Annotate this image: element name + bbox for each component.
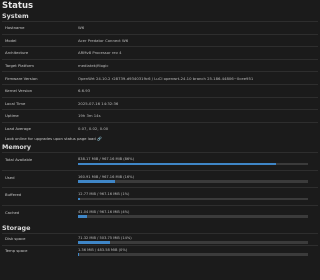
row-value-load-average: 0.07, 0.02, 0.00 (78, 126, 109, 132)
row-label-used: Used (5, 174, 15, 180)
memory-bar-buffered: 12.77 MiB / 967.16 MiB (1%) (78, 192, 318, 201)
table-row: Hostname W6 (2, 21, 318, 34)
table-row: Architecture ARMv8 Processor rev 4 (2, 46, 318, 59)
progress-fill (78, 253, 79, 256)
row-label-disk-space: Disk space (5, 235, 26, 241)
table-row: Uptime 19h 3m 14s (2, 109, 318, 122)
storage-table: Disk space 71.32 MiB / 503.75 MiB (14%) … (2, 232, 318, 257)
row-label-buffered: Buffered (5, 192, 22, 198)
table-row: Load Average 0.07, 0.02, 0.00 (2, 121, 318, 135)
row-value-target-platform: mediatek/filogic (78, 63, 109, 69)
row-value-kernel-version: 6.6.93 (78, 88, 91, 94)
table-row: Used 160.91 MiB / 967.16 MiB (16%) (2, 169, 318, 187)
progress-fill (78, 197, 81, 201)
row-label-temp-space: Temp space (5, 247, 28, 253)
row-value-architecture: ARMv8 Processor rev 4 (78, 50, 122, 56)
table-row: Model Acer Predator Connect W6 (2, 33, 318, 47)
table-row: Disk space 71.32 MiB / 503.75 MiB (14%) (2, 232, 318, 245)
row-label-cached: Cached (5, 209, 20, 215)
memory-table: Total Available 838.17 MiB / 967.16 MiB … (2, 152, 318, 222)
bar-text: 1.36 MiB / 483.58 MiB (0%) (78, 247, 128, 252)
table-row: Local Time 2025-07-16 14:32:36 (2, 96, 318, 110)
progress-fill (78, 180, 115, 183)
row-label-architecture: Architecture (5, 50, 29, 56)
bar-text: 160.91 MiB / 967.16 MiB (16%) (78, 174, 134, 179)
row-value-local-time: 2025-07-16 14:32:36 (78, 100, 119, 106)
row-value-model: Acer Predator Connect W6 (78, 37, 129, 43)
progress-track (78, 241, 308, 244)
table-row: Firmware Version OpenWrt 24.10.2 r28739-d… (2, 71, 318, 84)
table-row: Target Platform mediatek/filogic (2, 58, 318, 72)
table-row: Temp space 1.36 MiB / 483.58 MiB (0%) (2, 244, 318, 257)
system-section-title: System (2, 12, 29, 20)
storage-bar-disk-space: 71.32 MiB / 503.75 MiB (14%) (78, 236, 318, 244)
storage-section-title: Storage (2, 223, 31, 232)
link-icon[interactable]: 🔗 (97, 136, 102, 141)
status-page: Status System Hostname W6 Model Acer Preda… (0, 0, 320, 257)
row-label-firmware-version: Firmware Version (5, 75, 38, 81)
memory-bar-total-available: 838.17 MiB / 967.16 MiB (86%) (78, 157, 318, 166)
storage-bar-temp-space: 1.36 MiB / 483.58 MiB (0%) (78, 248, 318, 256)
row-value-hostname: W6 (78, 25, 85, 31)
progress-track (78, 215, 308, 218)
system-table: Hostname W6 Model Acer Predator Connect W6… (2, 21, 318, 134)
progress-track (78, 197, 308, 201)
progress-track (78, 253, 308, 256)
online-check-text: Look online for upgrades upon status pag… (5, 136, 96, 142)
progress-fill (78, 215, 88, 218)
row-label-hostname: Hostname (5, 25, 25, 31)
row-label-target-platform: Target Platform (5, 63, 34, 69)
row-label-kernel-version: Kernel Version (5, 88, 33, 94)
progress-fill (78, 162, 276, 166)
page-title: Status (2, 1, 34, 11)
bar-text: 71.32 MiB / 503.75 MiB (14%) (78, 235, 132, 240)
progress-track (78, 180, 308, 183)
progress-fill (78, 241, 111, 244)
online-upgrade-check: Look online for upgrades upon status pag… (2, 134, 318, 143)
memory-section-title: Memory (2, 143, 32, 152)
bar-text: 41.04 MiB / 967.16 MiB (4%) (78, 209, 130, 214)
memory-bar-cached: 41.04 MiB / 967.16 MiB (4%) (78, 210, 318, 218)
row-label-model: Model (5, 37, 17, 43)
row-value-firmware-version: OpenWrt 24.10.2 r28739-d9340319c6 / LuCI… (78, 75, 254, 81)
table-row: Buffered 12.77 MiB / 967.16 MiB (1%) (2, 187, 318, 204)
table-row: Total Available 838.17 MiB / 967.16 MiB … (2, 152, 318, 169)
table-row: Kernel Version 6.6.93 (2, 83, 318, 97)
row-label-load-average: Load Average (5, 126, 31, 132)
bar-text: 12.77 MiB / 967.16 MiB (1%) (78, 192, 130, 197)
progress-track (78, 162, 308, 166)
row-label-total-available: Total Available (5, 157, 33, 163)
row-value-uptime: 19h 3m 14s (78, 113, 101, 119)
table-row: Cached 41.04 MiB / 967.16 MiB (4%) (2, 204, 318, 222)
bar-text: 838.17 MiB / 967.16 MiB (86%) (78, 157, 134, 162)
row-label-uptime: Uptime (5, 113, 19, 119)
memory-bar-used: 160.91 MiB / 967.16 MiB (16%) (78, 175, 318, 183)
row-label-local-time: Local Time (5, 100, 26, 106)
